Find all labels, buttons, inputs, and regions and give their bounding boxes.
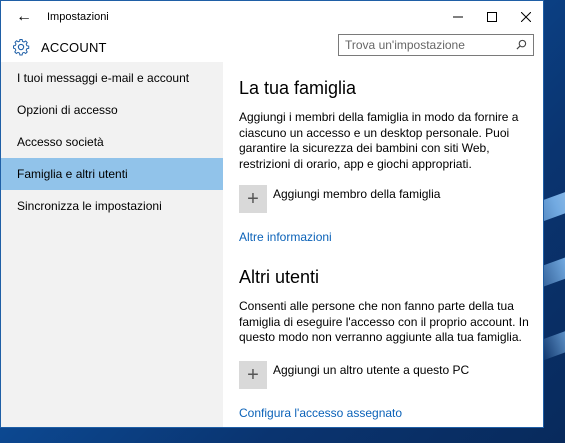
search-input[interactable] <box>339 38 519 52</box>
sidebar-item-work-access[interactable]: Accesso società <box>1 126 223 158</box>
page-title: ACCOUNT <box>41 39 107 55</box>
add-other-user-button[interactable]: + Aggiungi un altro utente a questo PC <box>239 361 469 389</box>
window-controls <box>441 1 543 33</box>
sidebar-item-sign-in-options[interactable]: Opzioni di accesso <box>1 94 223 126</box>
sidebar-item-email-accounts[interactable]: I tuoi messaggi e-mail e account <box>1 62 223 94</box>
sidebar-item-label: Opzioni di accesso <box>17 103 118 117</box>
other-users-description: Consenti alle persone che non fanno part… <box>239 299 529 344</box>
close-button[interactable] <box>509 1 543 33</box>
sidebar: I tuoi messaggi e-mail e account Opzioni… <box>1 62 223 427</box>
window-title: Impostazioni <box>47 11 109 23</box>
main-content: La tua famiglia Aggiungi i membri della … <box>223 62 543 427</box>
more-info-link[interactable]: Altre informazioni <box>239 230 332 244</box>
sidebar-item-label: I tuoi messaggi e-mail e account <box>17 71 190 85</box>
gear-icon <box>1 38 41 56</box>
plus-icon: + <box>239 185 267 213</box>
minimize-icon <box>453 16 463 18</box>
maximize-icon <box>487 12 497 22</box>
sidebar-item-label: Famiglia e altri utenti <box>17 167 128 181</box>
family-heading: La tua famiglia <box>239 78 357 98</box>
page-header: ACCOUNT <box>1 33 543 61</box>
family-description: Aggiungi i membri della famiglia in modo… <box>239 110 519 171</box>
assigned-access-link[interactable]: Configura l'accesso assegnato <box>239 406 402 420</box>
back-button[interactable]: ← <box>1 1 47 33</box>
back-arrow-icon: ← <box>16 8 32 25</box>
settings-window: ← Impostazioni ACCOUNT Trova un'impostaz… <box>0 0 544 428</box>
add-family-member-button[interactable]: + Aggiungi membro della famiglia <box>239 185 440 213</box>
other-users-heading: Altri utenti <box>239 267 320 287</box>
plus-icon: + <box>239 361 267 389</box>
sidebar-item-label: Accesso società <box>17 135 104 149</box>
add-other-user-label: Aggiungi un altro utente a questo PC <box>273 363 470 377</box>
maximize-button[interactable] <box>475 1 509 33</box>
title-bar: ← Impostazioni <box>1 1 543 33</box>
minimize-button[interactable] <box>441 1 475 33</box>
add-family-member-label: Aggiungi membro della famiglia <box>273 187 441 201</box>
sidebar-item-family-other-users[interactable]: Famiglia e altri utenti <box>1 158 223 190</box>
close-icon <box>521 12 531 22</box>
search-box[interactable] <box>338 34 534 56</box>
sidebar-item-label: Sincronizza le impostazioni <box>17 199 162 213</box>
search-icon[interactable] <box>516 39 527 53</box>
sidebar-item-sync-settings[interactable]: Sincronizza le impostazioni <box>1 190 223 222</box>
